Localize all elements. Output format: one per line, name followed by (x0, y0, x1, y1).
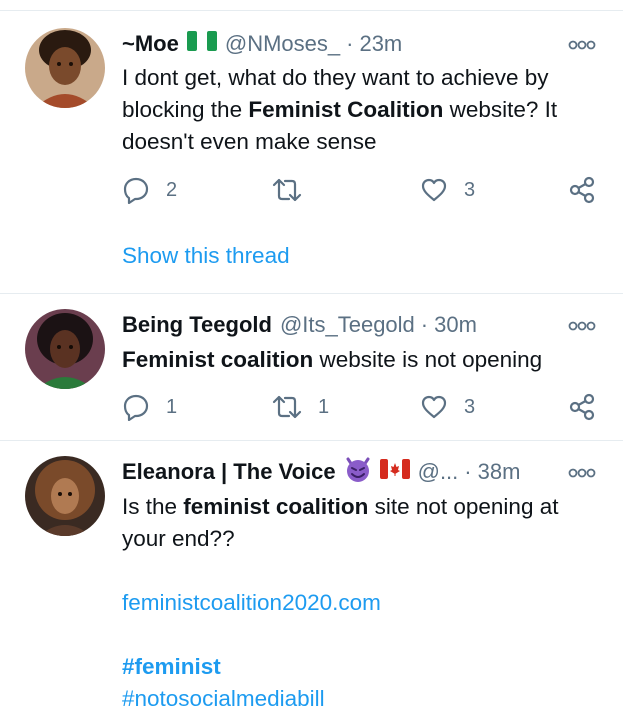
avatar[interactable] (25, 28, 105, 108)
heart-icon (420, 393, 448, 421)
reply-button[interactable]: 1 (122, 391, 177, 423)
separator-dot: · (420, 312, 429, 337)
smiling-devil-emoji-icon (344, 455, 372, 489)
reply-icon (122, 393, 150, 421)
separator-dot: · (346, 31, 354, 56)
reply-button[interactable]: 2 (122, 174, 177, 206)
share-button[interactable] (568, 174, 596, 206)
like-count: 3 (464, 395, 476, 418)
like-button[interactable]: 3 (420, 391, 475, 423)
display-name[interactable]: ~Moe (122, 31, 179, 57)
divider (0, 293, 623, 294)
display-name[interactable]: Eleanora | The Voice (122, 459, 336, 485)
tweet-text: Feminist coalition website is not openin… (122, 344, 602, 376)
timestamp[interactable]: 23m (359, 31, 402, 57)
retweet-button[interactable]: 1 (272, 391, 329, 423)
avatar[interactable] (25, 456, 105, 536)
action-bar: 1 1 3 (122, 391, 602, 423)
tweet-text: I dont get, what do they want to achieve… (122, 62, 602, 158)
retweet-button[interactable] (272, 174, 318, 206)
hashtag-link[interactable]: #feminist (122, 654, 221, 680)
like-button[interactable]: 3 (420, 174, 475, 206)
tweet-header: ~Moe @NMoses_ · 23m (122, 29, 402, 59)
retweet-count: 1 (318, 395, 330, 418)
handle[interactable]: @Its_Teegold (280, 312, 415, 338)
tweet-text: Is the feminist coalition site not openi… (122, 491, 602, 555)
text-segment: website is not opening (313, 347, 543, 372)
reply-count: 2 (166, 178, 178, 201)
handle[interactable]: @NMoses_ (225, 31, 340, 57)
text-bold-segment: Feminist Coalition (248, 97, 444, 122)
canada-flag-icon (379, 459, 410, 485)
retweet-icon (272, 393, 302, 421)
avatar[interactable] (25, 309, 105, 389)
handle[interactable]: @... (418, 459, 459, 485)
like-count: 3 (464, 178, 476, 201)
show-thread-link[interactable]: Show this thread (122, 243, 290, 269)
nigeria-flag-icon (186, 31, 217, 57)
action-bar: 2 3 (122, 174, 602, 206)
tweet-header: Eleanora | The Voice @... · 38m (122, 457, 520, 487)
divider (0, 440, 623, 441)
more-options-icon[interactable] (567, 318, 597, 334)
text-bold-segment: feminist coalition (183, 494, 369, 519)
share-icon (568, 393, 596, 421)
retweet-icon (272, 176, 302, 204)
website-link[interactable]: feministcoalition2020.com (122, 590, 381, 616)
tweet-header: Being Teegold @Its_Teegold · 30m (122, 310, 477, 340)
timestamp[interactable]: 30m (434, 312, 477, 338)
timestamp[interactable]: 38m (478, 459, 521, 485)
reply-count: 1 (166, 395, 178, 418)
share-button[interactable] (568, 391, 596, 423)
heart-icon (420, 176, 448, 204)
hashtag-link[interactable]: #notosocialmediabill (122, 686, 325, 712)
top-border (0, 10, 623, 11)
more-options-icon[interactable] (567, 465, 597, 481)
display-name[interactable]: Being Teegold (122, 312, 272, 338)
text-segment: Is the (122, 494, 184, 519)
share-icon (568, 176, 596, 204)
separator-dot: · (464, 459, 472, 484)
reply-icon (122, 176, 150, 204)
text-bold-segment: Feminist coalition (122, 347, 314, 372)
more-options-icon[interactable] (567, 37, 597, 53)
